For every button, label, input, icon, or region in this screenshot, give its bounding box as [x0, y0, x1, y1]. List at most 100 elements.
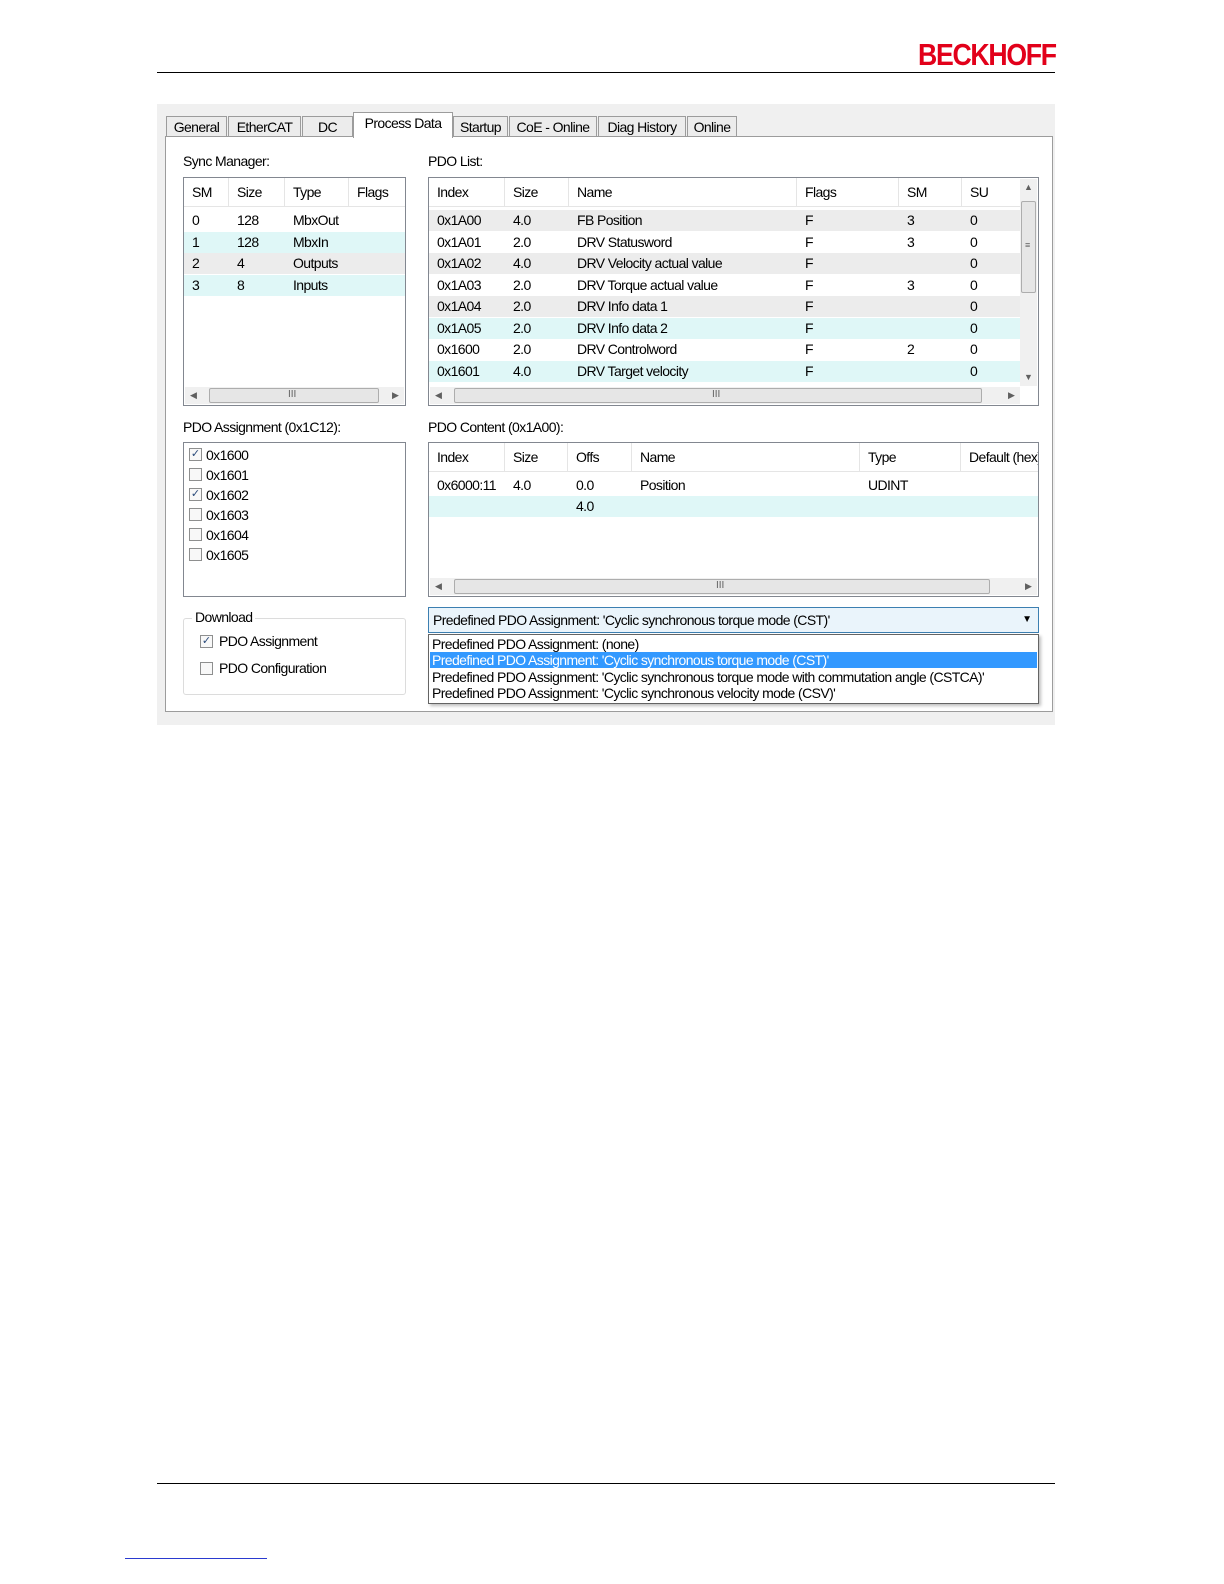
- table-row[interactable]: 3 8 Inputs: [184, 275, 405, 296]
- pdo-assignment-checkbox[interactable]: ✓: [200, 635, 213, 648]
- scroll-down-icon[interactable]: ▼: [1020, 369, 1037, 386]
- scroll-thumb[interactable]: III: [209, 388, 379, 403]
- cell-flags: F: [805, 277, 814, 293]
- column-header[interactable]: Index: [429, 178, 505, 206]
- table-row[interactable]: 0x1A04 2.0 DRV Info data 1 F 0: [429, 296, 1020, 317]
- predefined-pdo-dropdown[interactable]: Predefined PDO Assignment: 'Cyclic synch…: [428, 607, 1039, 633]
- cell-size: 2.0: [513, 341, 531, 357]
- table-row[interactable]: 0x6000:11 4.0 0.0 Position UDINT: [429, 475, 1038, 496]
- tab-dc[interactable]: DC: [302, 116, 353, 137]
- scroll-left-icon[interactable]: ◀: [185, 387, 202, 404]
- table-row[interactable]: 0x1A03 2.0 DRV Torque actual value F 3 0: [429, 275, 1020, 296]
- scroll-thumb[interactable]: ≡: [1021, 201, 1036, 293]
- horizontal-scrollbar[interactable]: ◀ III ▶: [185, 387, 404, 404]
- vertical-scrollbar[interactable]: ▲ ≡ ▼: [1020, 179, 1037, 386]
- cell-index: 0x1A03: [437, 277, 481, 293]
- column-header[interactable]: Offs: [568, 443, 632, 471]
- pdo-configuration-checkbox[interactable]: [200, 662, 213, 675]
- cell-su: 0: [970, 341, 978, 357]
- cell-size: 128: [237, 234, 259, 250]
- pdo-assignment-label-text: 0x1600: [206, 447, 249, 463]
- pdo-assignment-label-text: 0x1605: [206, 547, 249, 563]
- cell-sm: 3: [907, 277, 915, 293]
- checkbox[interactable]: [189, 468, 202, 481]
- cell-type: Outputs: [293, 255, 338, 271]
- table-row[interactable]: 1 128 MbxIn: [184, 232, 405, 253]
- cell-flags: [349, 210, 357, 231]
- table-row[interactable]: 0x1A05 2.0 DRV Info data 2 F 0: [429, 318, 1020, 339]
- scroll-up-icon[interactable]: ▲: [1020, 179, 1037, 196]
- sync-manager-table: SM Size Type Flags 0 128 MbxOut 1 128 Mb…: [183, 177, 406, 406]
- column-header[interactable]: Index: [429, 443, 505, 471]
- scroll-thumb[interactable]: III: [454, 388, 982, 403]
- column-header[interactable]: Type: [285, 178, 349, 206]
- dropdown-option[interactable]: Predefined PDO Assignment: 'Cyclic synch…: [430, 685, 1037, 701]
- cell-sm: 3: [192, 277, 200, 293]
- checkbox[interactable]: [189, 528, 202, 541]
- column-header[interactable]: Flags: [797, 178, 899, 206]
- column-header[interactable]: Default (hex): [961, 443, 1038, 471]
- footer-link-underline: [125, 1558, 267, 1559]
- cell-offs: 0.0: [576, 477, 594, 493]
- column-header[interactable]: SM: [184, 178, 229, 206]
- scroll-left-icon[interactable]: ◀: [430, 387, 447, 404]
- cell-size: 2.0: [513, 298, 531, 314]
- table-row[interactable]: 0x1A01 2.0 DRV Statusword F 3 0: [429, 232, 1020, 253]
- cell-name: DRV Statusword: [577, 234, 672, 250]
- column-header[interactable]: Size: [505, 443, 568, 471]
- column-header[interactable]: SM: [899, 178, 962, 206]
- tab-online[interactable]: Online: [687, 116, 737, 137]
- cell-index: [429, 496, 437, 517]
- table-row[interactable]: 0x1A02 4.0 DRV Velocity actual value F 0: [429, 253, 1020, 274]
- tab-general[interactable]: General: [166, 116, 227, 137]
- column-header[interactable]: Size: [505, 178, 569, 206]
- checkbox[interactable]: [189, 508, 202, 521]
- column-header[interactable]: Name: [632, 443, 860, 471]
- table-row[interactable]: 0x1A00 4.0 FB Position F 3 0: [429, 210, 1020, 231]
- cell-name: DRV Target velocity: [577, 363, 689, 379]
- dropdown-selected-value: Predefined PDO Assignment: 'Cyclic synch…: [433, 612, 830, 628]
- horizontal-scrollbar[interactable]: ◀ III ▶: [430, 387, 1020, 404]
- table-row[interactable]: 0 128 MbxOut: [184, 210, 405, 231]
- column-header[interactable]: Type: [860, 443, 961, 471]
- tab-startup[interactable]: Startup: [453, 116, 508, 137]
- cell-name: DRV Torque actual value: [577, 277, 718, 293]
- table-header: Index Size Name Flags SM SU: [429, 178, 1020, 207]
- cell-index: 0x1A02: [437, 255, 481, 271]
- cell-sm: [899, 296, 907, 317]
- pdo-configuration-checkbox-label[interactable]: PDO Configuration: [219, 660, 327, 676]
- tab-ethercat[interactable]: EtherCAT: [228, 116, 301, 137]
- cell-name: DRV Info data 2: [577, 320, 668, 336]
- table-row[interactable]: 2 4 Outputs: [184, 253, 405, 274]
- cell-type: [860, 496, 868, 517]
- table-row[interactable]: 4.0: [429, 496, 1038, 517]
- column-header[interactable]: Size: [229, 178, 285, 206]
- footer-rule: [157, 1483, 1055, 1484]
- dropdown-option[interactable]: Predefined PDO Assignment: (none): [430, 636, 1037, 652]
- checkbox[interactable]: ✓: [189, 488, 202, 501]
- scroll-thumb[interactable]: III: [454, 579, 990, 594]
- column-header[interactable]: Flags: [349, 178, 405, 206]
- cell-flags: F: [805, 320, 814, 336]
- scroll-left-icon[interactable]: ◀: [430, 578, 447, 595]
- checkbox[interactable]: [189, 548, 202, 561]
- horizontal-scrollbar[interactable]: ◀ III ▶: [430, 578, 1037, 595]
- cell-flags: [349, 253, 357, 274]
- checkbox[interactable]: ✓: [189, 448, 202, 461]
- scroll-right-icon[interactable]: ▶: [387, 387, 404, 404]
- table-row[interactable]: 0x1600 2.0 DRV Controlword F 2 0: [429, 339, 1020, 360]
- scroll-right-icon[interactable]: ▶: [1020, 578, 1037, 595]
- column-header[interactable]: SU: [962, 178, 1020, 206]
- cell-index: 0x1A04: [437, 298, 481, 314]
- tab-process-data[interactable]: Process Data: [353, 112, 453, 138]
- dropdown-option-selected[interactable]: Predefined PDO Assignment: 'Cyclic synch…: [430, 652, 1037, 668]
- chevron-down-icon[interactable]: ▼: [1022, 614, 1032, 625]
- table-row[interactable]: 0x1601 4.0 DRV Target velocity F 0: [429, 361, 1020, 382]
- dropdown-option[interactable]: Predefined PDO Assignment: 'Cyclic synch…: [430, 669, 1037, 685]
- tab-diag-history[interactable]: Diag History: [598, 116, 686, 137]
- column-header[interactable]: Name: [569, 178, 797, 206]
- pdo-assignment-checkbox-label[interactable]: PDO Assignment: [219, 633, 318, 649]
- table-header: Index Size Offs Name Type Default (hex): [429, 443, 1038, 472]
- tab-coe-online[interactable]: CoE - Online: [509, 116, 597, 137]
- scroll-right-icon[interactable]: ▶: [1003, 387, 1020, 404]
